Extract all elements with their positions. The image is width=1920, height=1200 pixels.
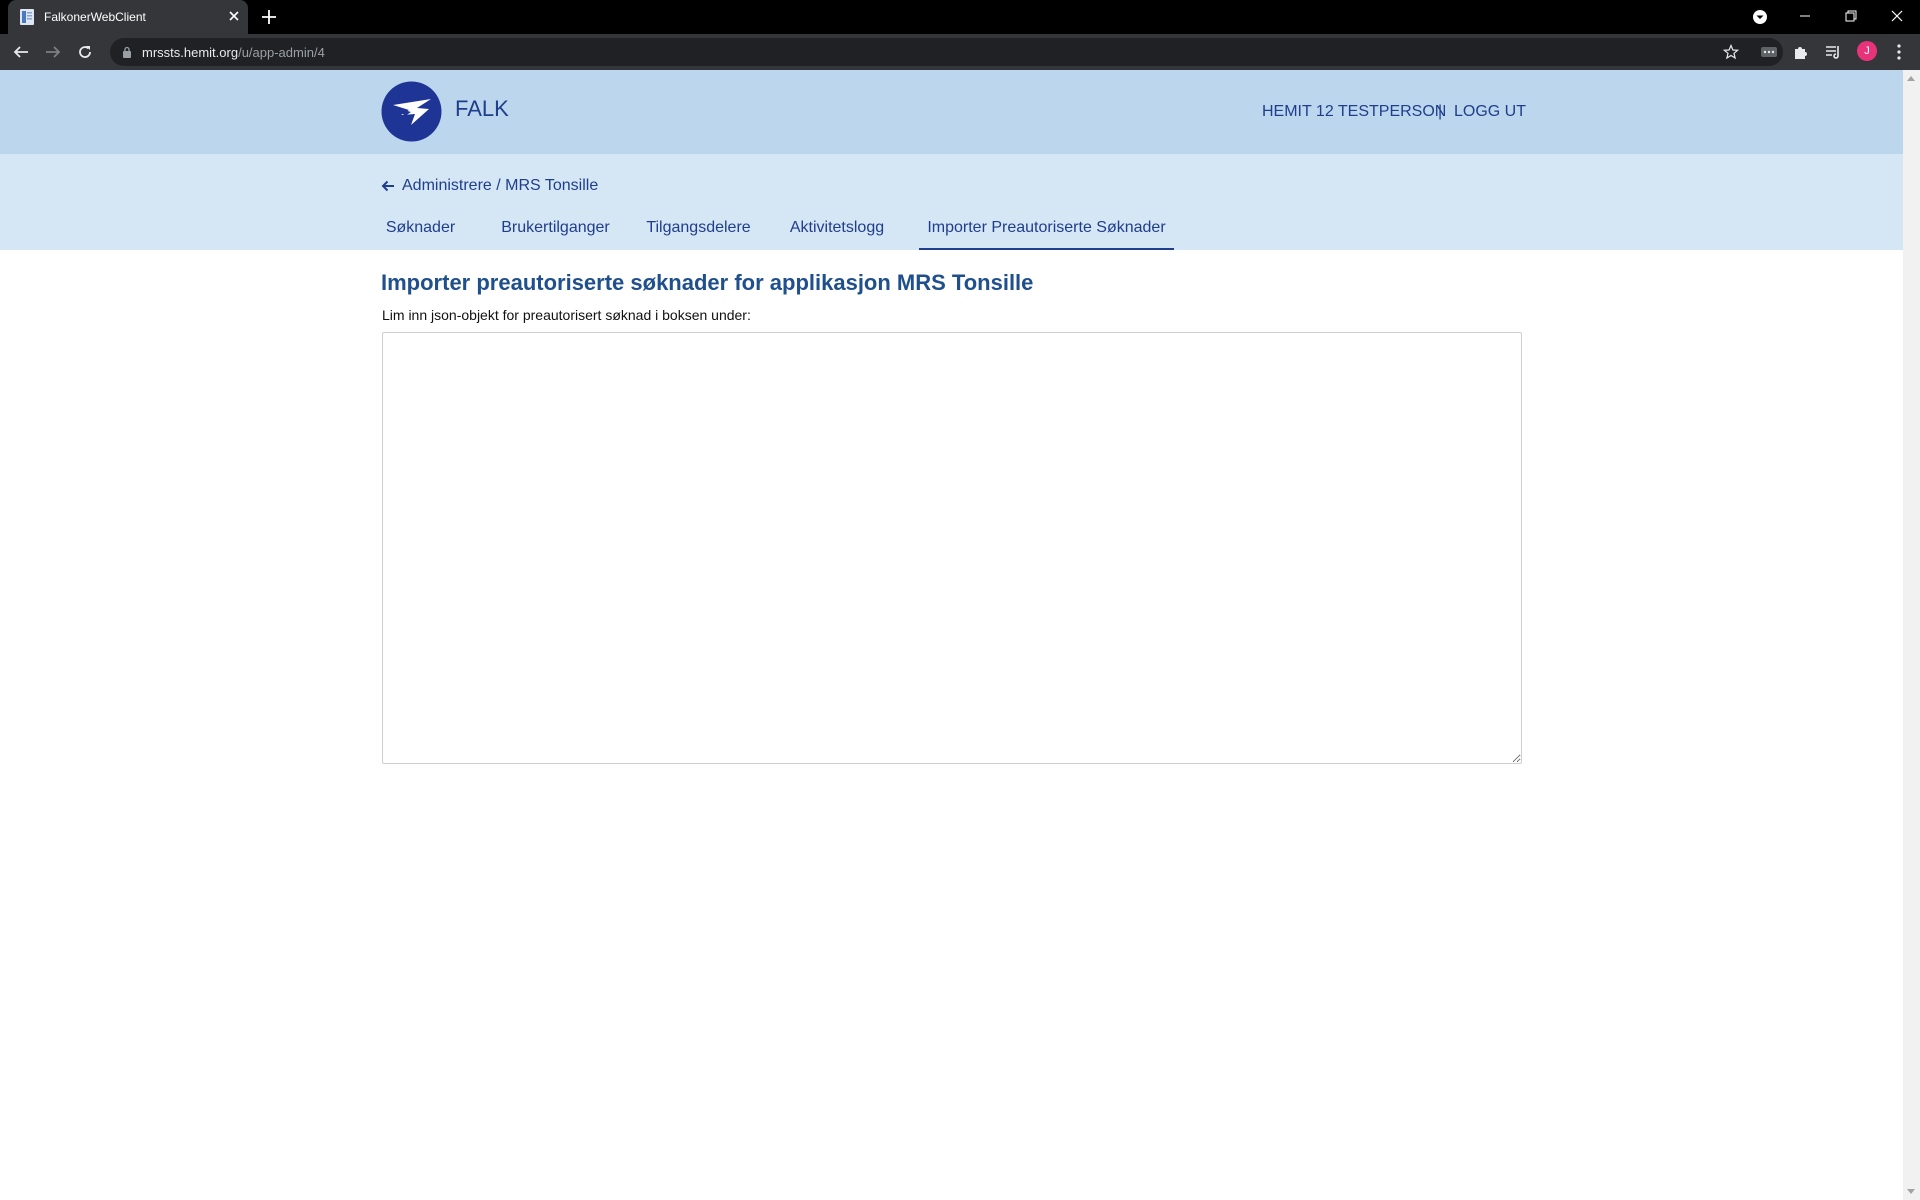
tab-brukertilganger[interactable]: Brukertilganger — [492, 210, 619, 250]
extensions-puzzle-icon[interactable] — [1792, 43, 1810, 61]
tab-title: FalkonerWebClient — [44, 10, 146, 24]
close-window-icon[interactable] — [1887, 6, 1907, 26]
json-input-textarea[interactable] — [382, 332, 1522, 764]
browser-toolbar: mrssts.hemit.org/u/app-admin/4 — [0, 34, 1920, 70]
tab-search-icon[interactable] — [1752, 9, 1768, 25]
bookmark-star-icon[interactable] — [1723, 44, 1739, 60]
page-favicon-icon — [20, 9, 34, 25]
brand-name[interactable]: FALK — [455, 96, 509, 122]
page-scrollbar[interactable] — [1903, 70, 1920, 1200]
site-header: FALK HEMIT 12 TESTPERSON | LOGG UT — [0, 70, 1903, 154]
falk-logo-icon[interactable] — [381, 81, 442, 142]
browser-menu-icon[interactable] — [1891, 43, 1907, 61]
breadcrumb[interactable]: Administrere / MRS Tonsille — [402, 177, 598, 195]
back-arrow-icon[interactable] — [12, 43, 30, 61]
page-title: Importer preautoriserte søknader for app… — [381, 270, 1034, 295]
back-arrow-icon[interactable] — [381, 179, 395, 193]
lock-icon — [123, 46, 131, 58]
reload-icon[interactable] — [76, 43, 94, 61]
profile-avatar[interactable]: J — [1857, 41, 1877, 61]
extension-password-icon[interactable] — [1760, 43, 1778, 61]
url-text: mrssts.hemit.org/u/app-admin/4 — [142, 45, 325, 60]
user-name-link[interactable]: HEMIT 12 TESTPERSON — [1262, 103, 1446, 121]
new-tab-icon[interactable] — [260, 8, 278, 26]
tab-aktivitetslogg[interactable]: Aktivitetslogg — [780, 210, 894, 250]
restore-icon[interactable] — [1841, 6, 1861, 26]
minimize-icon[interactable] — [1795, 6, 1815, 26]
header-separator: | — [1438, 103, 1443, 120]
subheader: Administrere / MRS Tonsille Søknader Bru… — [0, 154, 1903, 250]
scroll-down-icon[interactable] — [1907, 1189, 1915, 1194]
instruction-text: Lim inn json-objekt for preautorisert sø… — [382, 307, 751, 323]
forward-arrow-icon[interactable] — [44, 43, 62, 61]
address-bar[interactable]: mrssts.hemit.org/u/app-admin/4 — [110, 38, 1783, 66]
tab-tilgangsdelere[interactable]: Tilgangsdelere — [640, 210, 757, 250]
close-tab-icon[interactable] — [226, 8, 242, 24]
browser-titlebar: FalkonerWebClient — [0, 0, 1920, 34]
reading-list-icon[interactable] — [1824, 43, 1842, 61]
tab-soknader[interactable]: Søknader — [381, 210, 460, 250]
scroll-up-icon[interactable] — [1907, 76, 1915, 81]
browser-tab[interactable]: FalkonerWebClient — [8, 0, 248, 34]
page-viewport: FALK HEMIT 12 TESTPERSON | LOGG UT Admin… — [0, 70, 1903, 1200]
logout-link[interactable]: LOGG UT — [1454, 103, 1526, 121]
tab-importer-preautoriserte-soknader[interactable]: Importer Preautoriserte Søknader — [919, 210, 1174, 250]
